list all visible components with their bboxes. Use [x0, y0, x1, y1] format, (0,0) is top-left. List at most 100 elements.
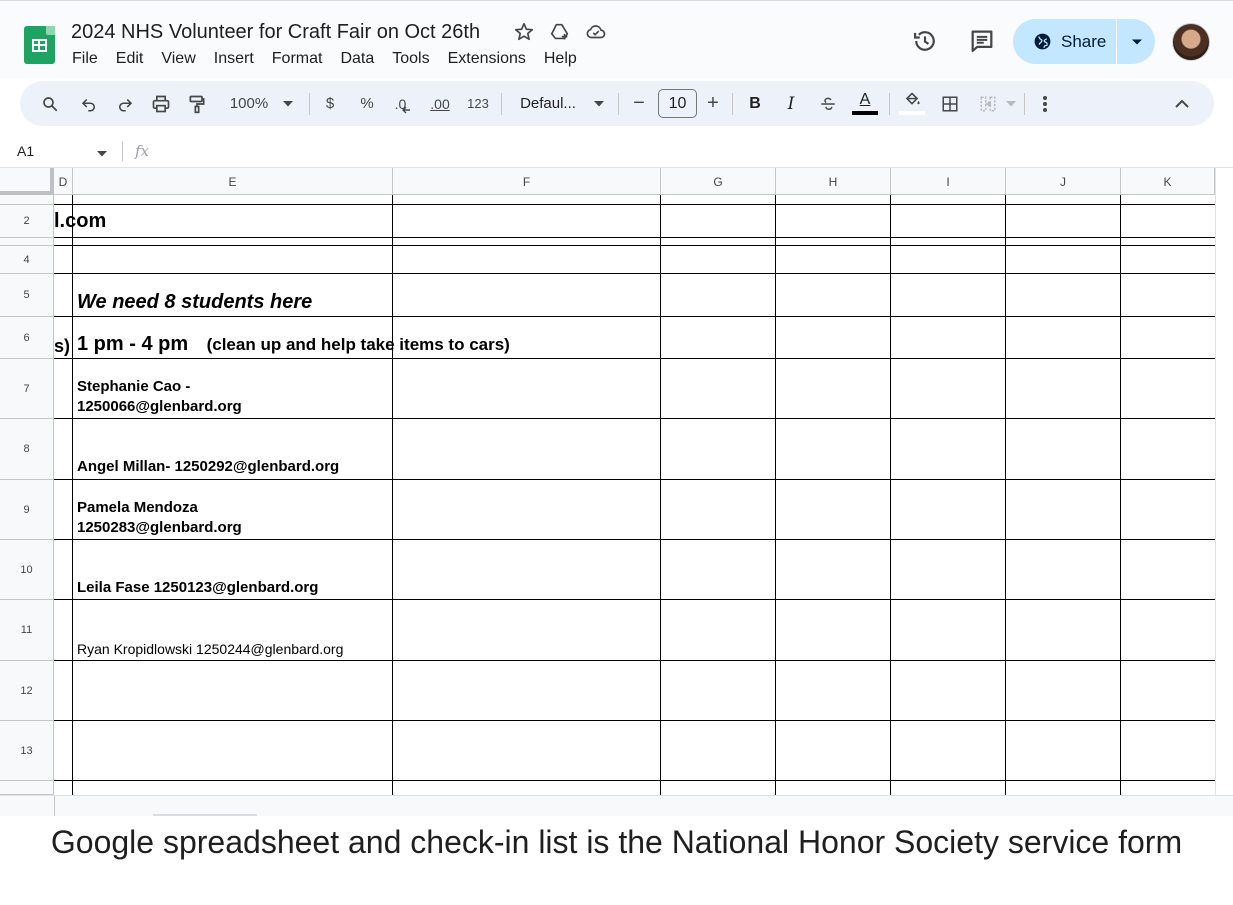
- select-all-corner[interactable]: [0, 168, 54, 195]
- row-header-12[interactable]: 12: [0, 661, 54, 721]
- move-to-drive-icon[interactable]: [549, 21, 571, 43]
- zoom-caret-icon[interactable]: [278, 81, 298, 126]
- menu-bar: File Edit View Insert Format Data Tools …: [72, 50, 595, 68]
- name-box-caret-icon[interactable]: [97, 144, 107, 162]
- column-header-k[interactable]: K: [1121, 168, 1215, 195]
- toolbar-divider: [889, 93, 890, 115]
- spreadsheet-grid[interactable]: D E F G H I J K 2 4 5 6 7 8 9 10 11 12 1…: [0, 168, 1233, 816]
- version-history-icon[interactable]: [911, 27, 939, 55]
- column-header-i[interactable]: I: [891, 168, 1006, 195]
- column-header-d[interactable]: D: [54, 168, 73, 195]
- cell-e11[interactable]: Ryan Kropidlowski 1250244@glenbard.org: [77, 641, 343, 657]
- horizontal-scrollbar[interactable]: [0, 795, 1233, 816]
- row-header-9[interactable]: 9: [0, 480, 54, 540]
- toolbar: 100% $ % .0 .00 123 Defaul... − 10 + B I…: [20, 81, 1214, 126]
- merge-caret-icon[interactable]: [1004, 81, 1018, 126]
- volunteer-name: Stephanie Cao -: [77, 378, 191, 395]
- row-header-5[interactable]: 5: [0, 274, 54, 317]
- volunteer-email: 1250283@glenbard.org: [77, 519, 242, 536]
- row-header-10[interactable]: 10: [0, 540, 54, 600]
- menu-extensions[interactable]: Extensions: [448, 50, 526, 68]
- decrease-decimal-button[interactable]: .0: [390, 81, 416, 126]
- cell-d2[interactable]: l.com: [54, 210, 106, 233]
- menu-data[interactable]: Data: [340, 50, 374, 68]
- undo-icon[interactable]: [76, 81, 102, 126]
- row-header-6[interactable]: 6: [0, 317, 54, 359]
- redo-icon[interactable]: [112, 81, 138, 126]
- cloud-saved-icon[interactable]: [585, 21, 607, 43]
- paint-format-icon[interactable]: [184, 81, 210, 126]
- cell-border: [54, 358, 1215, 359]
- name-box[interactable]: A1: [17, 143, 34, 159]
- column-header-j[interactable]: J: [1006, 168, 1121, 195]
- increase-font-size-button[interactable]: +: [702, 81, 724, 126]
- scrollbar-thumb[interactable]: [153, 814, 257, 816]
- cell-e5[interactable]: We need 8 students here: [77, 291, 312, 314]
- cell-border: [54, 660, 1215, 661]
- collapse-toolbar-icon[interactable]: [1170, 81, 1194, 126]
- row-header-4[interactable]: 4: [0, 246, 54, 274]
- sheets-app: 2024 NHS Volunteer for Craft Fair on Oct…: [0, 0, 1233, 905]
- cell-e10[interactable]: Leila Fase 1250123@glenbard.org: [77, 579, 318, 596]
- menu-edit[interactable]: Edit: [116, 50, 144, 68]
- increase-decimal-button[interactable]: .00: [425, 81, 455, 126]
- fill-color-swatch: [899, 111, 925, 115]
- bold-button[interactable]: B: [744, 81, 766, 126]
- scrollbar-divider: [54, 796, 55, 816]
- row-header-13[interactable]: 13: [0, 721, 54, 781]
- column-header-g[interactable]: G: [661, 168, 776, 195]
- star-icon[interactable]: [513, 21, 535, 43]
- print-icon[interactable]: [148, 81, 174, 126]
- column-header-h[interactable]: H: [776, 168, 891, 195]
- text-color-button[interactable]: A: [850, 81, 880, 126]
- row-header-8[interactable]: 8: [0, 419, 54, 480]
- menu-tools[interactable]: Tools: [392, 50, 429, 68]
- row-header-11[interactable]: 11: [0, 600, 54, 661]
- formula-input[interactable]: [165, 140, 1205, 162]
- merge-cells-icon[interactable]: [976, 81, 1000, 126]
- row-header-2[interactable]: 2: [0, 205, 54, 238]
- format-currency-button[interactable]: $: [320, 81, 340, 126]
- row-header-7[interactable]: 7: [0, 359, 54, 419]
- account-avatar[interactable]: [1172, 23, 1210, 61]
- font-caret-icon[interactable]: [591, 81, 607, 126]
- cell-e7[interactable]: Stephanie Cao - 1250066@glenbard.org: [77, 377, 242, 417]
- sheets-logo-icon[interactable]: [24, 26, 55, 64]
- cell-border: [54, 204, 1215, 205]
- menu-view[interactable]: View: [161, 50, 195, 68]
- fill-color-icon[interactable]: [898, 81, 926, 126]
- share-button[interactable]: Share: [1013, 19, 1117, 64]
- format-percent-button[interactable]: %: [357, 81, 377, 126]
- toolbar-divider: [618, 93, 619, 115]
- text-color-letter: A: [859, 91, 871, 108]
- menu-file[interactable]: File: [72, 50, 98, 68]
- search-menus-icon[interactable]: [38, 81, 62, 126]
- italic-button[interactable]: I: [780, 81, 802, 126]
- zoom-select[interactable]: 100%: [224, 81, 274, 126]
- menu-insert[interactable]: Insert: [214, 50, 254, 68]
- cell-border: [54, 599, 1215, 600]
- share-dropdown-button[interactable]: [1118, 19, 1155, 64]
- decrease-font-size-button[interactable]: −: [628, 81, 650, 126]
- cell-border: [54, 418, 1215, 419]
- column-header-f[interactable]: F: [393, 168, 661, 195]
- more-formats-button[interactable]: 123: [464, 81, 492, 126]
- font-size-input[interactable]: 10: [658, 89, 697, 118]
- cell-border: [54, 479, 1215, 480]
- menu-format[interactable]: Format: [272, 50, 323, 68]
- row-header-hidden: [0, 195, 54, 205]
- document-title[interactable]: 2024 NHS Volunteer for Craft Fair on Oct…: [71, 21, 480, 44]
- cell-e6[interactable]: 1 pm - 4 pm (clean up and help take item…: [77, 333, 510, 356]
- cell-e8[interactable]: Angel Millan- 1250292@glenbard.org: [77, 458, 339, 475]
- cell-d6[interactable]: s): [54, 336, 70, 357]
- cell-border: [54, 245, 1215, 246]
- borders-icon[interactable]: [938, 81, 962, 126]
- strikethrough-icon[interactable]: [816, 81, 840, 126]
- vertical-scrollbar[interactable]: [1215, 168, 1233, 816]
- column-header-e[interactable]: E: [73, 168, 393, 195]
- more-options-icon[interactable]: [1034, 81, 1056, 126]
- comments-icon[interactable]: [968, 27, 996, 55]
- font-select[interactable]: Defaul...: [514, 81, 582, 126]
- menu-help[interactable]: Help: [544, 50, 577, 68]
- cell-e9[interactable]: Pamela Mendoza 1250283@glenbard.org: [77, 498, 242, 538]
